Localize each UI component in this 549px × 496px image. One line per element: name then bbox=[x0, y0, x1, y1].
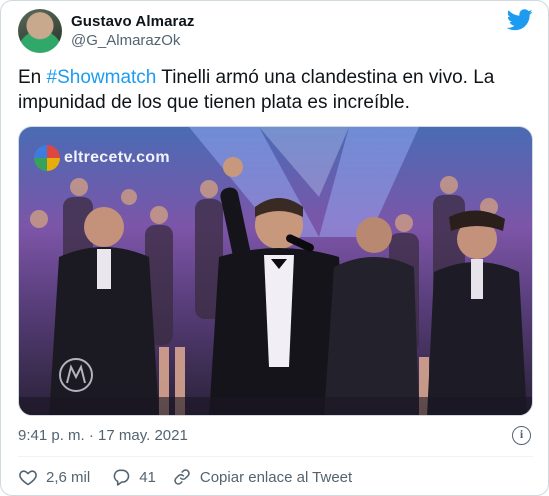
link-icon bbox=[174, 469, 190, 485]
tweet-text: En #Showmatch Tinelli armó una clandesti… bbox=[18, 65, 533, 115]
copy-link-label: Copiar enlace al Tweet bbox=[199, 468, 353, 486]
tweet-timestamp[interactable]: 9:41 p. m. · 17 may. 2021 bbox=[18, 427, 188, 444]
reply-bubble-icon bbox=[113, 469, 130, 486]
like-count: 2,6 mil bbox=[46, 468, 91, 486]
eltrecetv-watermark: eltrecetv.com bbox=[34, 145, 170, 171]
like-button[interactable]: 2,6 mil bbox=[18, 467, 90, 487]
channel-logo-icon bbox=[34, 145, 60, 171]
reply-count: 41 bbox=[139, 468, 156, 486]
heart-icon bbox=[19, 470, 37, 486]
avatar[interactable] bbox=[18, 9, 62, 53]
tweet-media-image[interactable]: eltrecetv.com bbox=[18, 126, 533, 416]
info-icon[interactable]: i bbox=[512, 426, 531, 445]
tweet-text-start: En bbox=[18, 67, 47, 88]
hashtag-link[interactable]: #Showmatch bbox=[47, 67, 157, 88]
author-handle[interactable]: @G_AlmarazOk bbox=[71, 32, 180, 49]
copy-link-button[interactable]: Copiar enlace al Tweet bbox=[172, 467, 352, 487]
action-bar: 2,6 mil 41 Copiar enlace al Tweet bbox=[18, 467, 352, 487]
twitter-bird-icon[interactable] bbox=[507, 9, 533, 31]
watermark-text: eltrecetv.com bbox=[64, 149, 170, 166]
reply-button[interactable]: 41 bbox=[111, 467, 156, 487]
divider bbox=[18, 456, 533, 457]
author-name[interactable]: Gustavo Almaraz bbox=[71, 13, 195, 30]
tweet-card: Gustavo Almaraz @G_AlmarazOk En #Showmat… bbox=[0, 0, 549, 496]
